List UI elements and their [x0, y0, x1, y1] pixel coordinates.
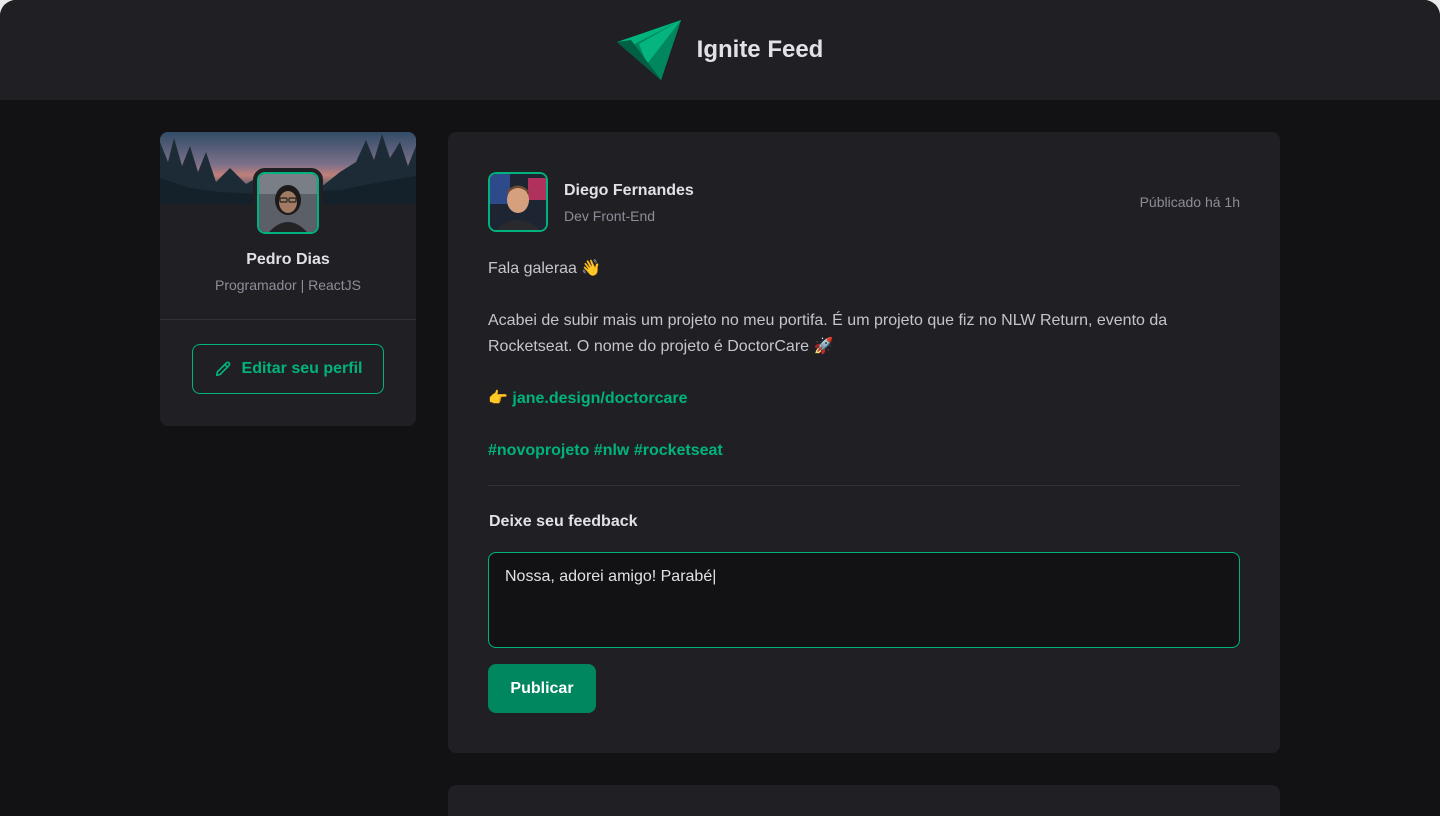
comment-input[interactable]: Nossa, adorei amigo! Parabé|: [488, 552, 1240, 648]
feedback-title: Deixe seu feedback: [489, 513, 638, 530]
app-title: Ignite Feed: [696, 36, 824, 63]
divider: [160, 319, 416, 320]
post-content: Fala galeraa 👋 Acabei de subir mais um p…: [488, 256, 1240, 490]
hashtag-link[interactable]: #novoprojeto: [488, 442, 589, 459]
author-name: Diego Fernandes: [564, 182, 694, 199]
app-window: Ignite Feed Pedro Dias Programador | Rea…: [0, 0, 1440, 816]
hashtag-link[interactable]: #rocketseat: [634, 442, 723, 459]
avatar[interactable]: [253, 168, 323, 238]
author-avatar[interactable]: [484, 168, 552, 236]
post-body: Acabei de subir mais um projeto no meu p…: [488, 312, 1168, 355]
divider: [488, 485, 1240, 486]
hashtags: #novoprojeto #nlw #rocketseat: [488, 438, 1240, 464]
edit-profile-label: Editar seu perfil: [241, 360, 363, 377]
post-timestamp: Públicado há 1h: [1139, 194, 1240, 210]
pointing-hand-icon: 👉: [488, 390, 508, 407]
hashtag-link[interactable]: #nlw: [594, 442, 630, 459]
profile-name: Pedro Dias: [246, 251, 330, 268]
pencil-icon: [215, 361, 230, 377]
app-header: Ignite Feed: [0, 0, 1440, 100]
edit-profile-button[interactable]: Editar seu perfil: [192, 344, 384, 394]
profile-role: Programador | ReactJS: [214, 277, 362, 293]
author-role: Dev Front-End: [564, 208, 656, 224]
post-link-line: 👉 jane.design/doctorcare: [488, 386, 1240, 412]
publish-button[interactable]: Publicar: [488, 664, 596, 713]
triangle-logo-icon: [616, 20, 681, 80]
profile-sidebar: Pedro Dias Programador | ReactJS Editar …: [160, 132, 416, 426]
post-card: Diego Fernandes Dev Front-End Públicado …: [448, 132, 1280, 753]
project-link[interactable]: jane.design/doctorcare: [512, 390, 687, 407]
post-greeting: Fala galeraa 👋: [488, 260, 602, 277]
next-post-card: [448, 785, 1280, 816]
